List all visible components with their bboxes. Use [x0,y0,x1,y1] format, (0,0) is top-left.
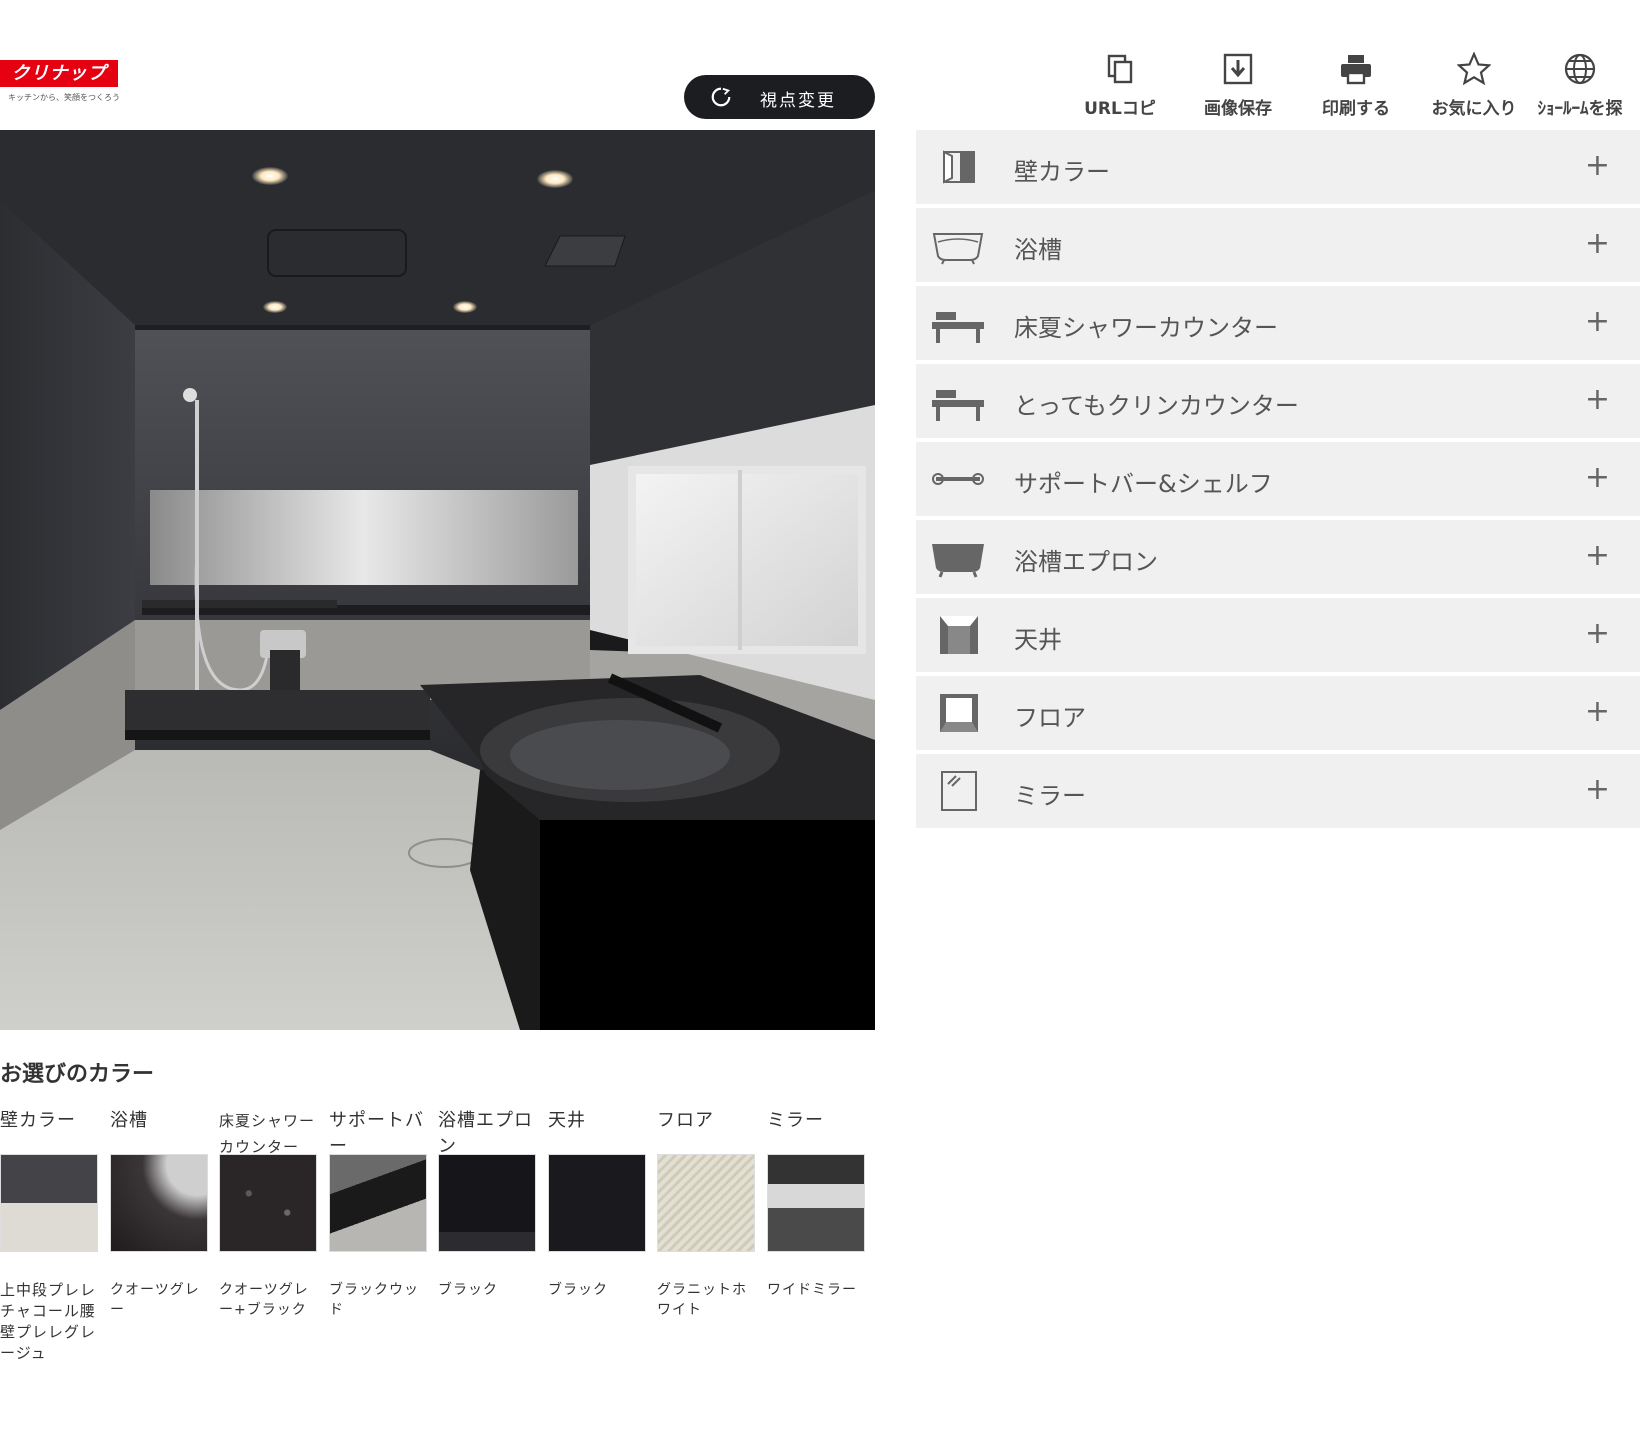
accordion-label: 床夏シャワーカウンター [1014,314,1278,342]
expand-icon: + [1584,460,1610,495]
favorite-button[interactable]: お気に入り [1414,48,1534,119]
accordion-ceiling[interactable]: 天井 + [916,598,1640,672]
swatch-thumb-counter [219,1154,317,1252]
swatch-value: ブラックウッド [329,1282,419,1318]
expand-icon: + [1584,616,1610,651]
swatch-category: 天井 [548,1110,586,1131]
accordion-label: フロア [1014,704,1086,732]
accordion-label: 天井 [1014,626,1062,654]
options-accordion: 壁カラー + 浴槽 + 床夏シャワーカウンター + とってもクリンカウンター + [916,130,1640,832]
swatch-category: フロア [657,1110,714,1131]
expand-icon: + [1584,148,1610,183]
expand-icon: + [1584,538,1610,573]
swatch-support-bar[interactable]: サポートバー ブラックウッド [329,1108,429,1320]
print-label: 印刷する [1322,99,1390,119]
rotate-icon [711,87,731,107]
bar-icon [932,473,984,485]
print-button[interactable]: 印刷する [1296,48,1416,119]
swatch-value: ブラック [548,1282,608,1298]
accordion-bathtub-apron[interactable]: 浴槽エプロン + [916,520,1640,594]
find-showroom-button[interactable]: ｼｮｰﾙｰﾑを探 [1520,48,1640,119]
copy-icon [1107,54,1133,84]
favorite-label: お気に入り [1431,99,1517,119]
expand-icon: + [1584,304,1610,339]
swatch-value: 上中段プレレチャコール腰壁プレレグレージュ [0,1281,97,1362]
globe-icon [1564,53,1596,85]
accordion-mirror[interactable]: ミラー + [916,754,1640,828]
swatch-thumb-mirror [767,1154,865,1252]
swatch-category: 浴槽 [110,1110,148,1131]
url-copy-button[interactable]: URLコピ [1060,48,1180,119]
brand-logo[interactable]: クリナップ キッチンから、笑顔をつくろう [0,60,120,110]
accordion-wall-color[interactable]: 壁カラー + [916,130,1640,204]
swatch-wall[interactable]: 壁カラー 上中段プレレチャコール腰壁プレレグレージュ [0,1108,100,1364]
bathroom-preview-image [0,130,875,1030]
expand-icon: + [1584,694,1610,729]
bathtub-icon [932,233,984,265]
accordion-label: 浴槽エプロン [1014,548,1158,576]
swatch-value: ワイドミラー [767,1282,857,1298]
url-copy-label: URLコピ [1084,99,1156,119]
counter-icon [932,312,984,343]
swatch-category: 床夏シャワーカウンター [219,1112,316,1156]
change-viewpoint-button[interactable]: 視点変更 [684,75,875,119]
swatch-thumb-apron [438,1154,536,1252]
swatch-value: クオーツグレー [110,1282,200,1318]
selected-colors-title: お選びのカラー [0,1062,155,1087]
bathroom-render [0,130,875,1030]
change-viewpoint-label: 視点変更 [760,91,836,111]
swatch-apron[interactable]: 浴槽エプロン ブラック [438,1108,538,1300]
swatch-value: クオーツグレー+ブラック [219,1282,309,1318]
swatch-counter[interactable]: 床夏シャワーカウンター クオーツグレー+ブラック [219,1108,319,1320]
accordion-label: 浴槽 [1014,236,1062,264]
swatch-thumb-floor [657,1154,755,1252]
swatch-category: 壁カラー [0,1110,76,1131]
accordion-support-bar[interactable]: サポートバー&シェルフ + [916,442,1640,516]
accordion-label: ミラー [1014,782,1086,810]
swatch-bathtub[interactable]: 浴槽 クオーツグレー [110,1108,210,1320]
apron-icon [932,544,984,578]
logo-mark: クリナップ [0,60,118,87]
counter-icon [932,390,984,421]
accordion-floor[interactable]: フロア + [916,676,1640,750]
swatch-category: サポートバー [329,1110,424,1157]
swatch-floor[interactable]: フロア グラニットホワイト [657,1108,757,1320]
print-icon [1341,55,1371,85]
accordion-clean-counter[interactable]: とってもクリンカウンター + [916,364,1640,438]
logo-tagline: キッチンから、笑顔をつくろう [8,93,120,102]
accordion-label: サポートバー&シェルフ [1014,470,1273,498]
swatch-mirror[interactable]: ミラー ワイドミラー [767,1108,867,1300]
swatch-value: ブラック [438,1282,498,1298]
swatch-value: グラニットホワイト [657,1282,747,1318]
expand-icon: + [1584,382,1610,417]
expand-icon: + [1584,226,1610,261]
swatch-thumb-ceiling [548,1154,646,1252]
star-icon [1457,52,1491,86]
accordion-bathtub[interactable]: 浴槽 + [916,208,1640,282]
mirror-icon [941,771,977,811]
swatch-thumb-bathtub [110,1154,208,1252]
download-icon [1223,53,1253,85]
accordion-shower-counter[interactable]: 床夏シャワーカウンター + [916,286,1640,360]
expand-icon: + [1584,772,1610,807]
accordion-label: 壁カラー [1014,158,1110,186]
swatch-thumb-support-bar [329,1154,427,1252]
floor-icon [940,694,978,732]
accordion-label: とってもクリンカウンター [1014,392,1299,420]
save-image-label: 画像保存 [1204,99,1272,119]
save-image-button[interactable]: 画像保存 [1178,48,1298,119]
ceiling-icon [940,616,978,654]
swatch-category: ミラー [767,1110,824,1131]
swatch-thumb-wall [0,1154,98,1252]
wall-icon [943,150,975,184]
swatch-category: 浴槽エプロン [438,1110,533,1157]
toolbar: URLコピ 画像保存 印刷する お気に入り ｼｮｰﾙｰﾑを探 [1060,48,1640,124]
find-showroom-label: ｼｮｰﾙｰﾑを探 [1537,99,1623,119]
swatch-ceiling[interactable]: 天井 ブラック [548,1108,648,1300]
